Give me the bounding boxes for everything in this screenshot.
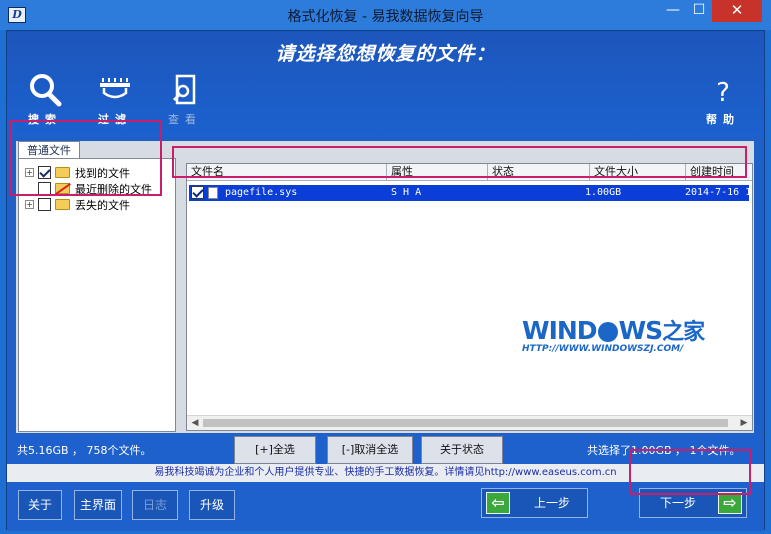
file-list: 文件名 属性 状态 文件大小 创建时间 pagefile.sys S H A 1… [186, 163, 753, 431]
watermark-o-icon [597, 322, 618, 342]
file-name: pagefile.sys [225, 187, 298, 198]
home-button[interactable]: 主界面 [74, 490, 122, 520]
prev-button-label: 上一步 [534, 496, 571, 510]
scroll-right-icon[interactable]: ▶ [737, 417, 751, 429]
page-heading: 请选择您想恢复的文件： [275, 43, 496, 65]
watermark-logo-main: WIND [522, 316, 598, 345]
tree-item-label: 丢失的文件 [75, 199, 130, 212]
about-status-button[interactable]: 关于状态 [421, 436, 503, 464]
folder-icon [55, 199, 70, 210]
window-title: 格式化恢复 - 易我数据恢复向导 [287, 9, 484, 25]
table-row[interactable]: pagefile.sys S H A 1.00GB 2014-7-16 1 [189, 185, 752, 201]
row-highlight-box [172, 146, 747, 178]
title-bar: D 格式化恢复 - 易我数据恢复向导 — ☐ ✕ [0, 0, 771, 30]
next-highlight-box [629, 449, 751, 495]
watermark: WIND WS之家 HTTP://WWW.WINDOWSZJ.COM/ [522, 314, 722, 358]
close-button[interactable]: ✕ [712, 0, 762, 22]
system-file-icon [208, 187, 218, 199]
file-created: 2014-7-16 1 [685, 187, 752, 198]
minimize-button[interactable]: — [660, 0, 686, 22]
row-checkbox[interactable] [191, 186, 204, 199]
right-arrow-icon: ⇨ [718, 492, 742, 514]
preview-icon [172, 74, 196, 105]
upgrade-button[interactable]: 升级 [189, 490, 235, 520]
scrollbar-thumb[interactable] [203, 419, 728, 427]
view-tool-button[interactable]: 查看 [159, 73, 211, 127]
tree-highlight-box [10, 120, 162, 196]
log-button[interactable]: 日志 [132, 490, 178, 520]
horizontal-scrollbar[interactable]: ◀ ▶ [187, 415, 752, 430]
watermark-logo-mid: WS [618, 316, 664, 345]
file-attributes: S H A [391, 187, 422, 198]
expand-icon[interactable]: + [25, 200, 34, 209]
search-icon [30, 74, 62, 107]
folder-tree: + 找到的文件 最近删除的文件 + 丢失的文件 [18, 158, 176, 432]
filter-icon [100, 78, 130, 99]
prev-button[interactable]: ⇦ 上一步 [481, 488, 588, 518]
watermark-logo-cn: 之家 [662, 320, 705, 345]
svg-text:?: ? [716, 78, 730, 107]
view-tool-label: 查看 [168, 113, 202, 126]
help-icon: ? [716, 78, 730, 107]
watermark-logo: WIND WS之家 [522, 314, 722, 346]
file-size: 1.00GB [585, 187, 622, 198]
search-tool-button[interactable]: 搜索 [19, 73, 71, 127]
left-arrow-icon: ⇦ [486, 492, 510, 514]
help-tool-button[interactable]: ? 帮助 [697, 73, 749, 127]
about-button[interactable]: 关于 [18, 490, 62, 520]
maximize-button[interactable]: ☐ [686, 0, 712, 22]
tree-checkbox[interactable] [38, 198, 51, 211]
scroll-left-icon[interactable]: ◀ [188, 417, 202, 429]
total-summary: 共5.16GB ， 758个文件。 [17, 444, 152, 457]
deselect-all-button[interactable]: [-]取消全选 [327, 436, 413, 464]
select-all-button[interactable]: [+]全选 [234, 436, 316, 464]
help-tool-label: 帮助 [706, 113, 740, 126]
filter-tool-button[interactable]: 过滤 [89, 73, 141, 127]
